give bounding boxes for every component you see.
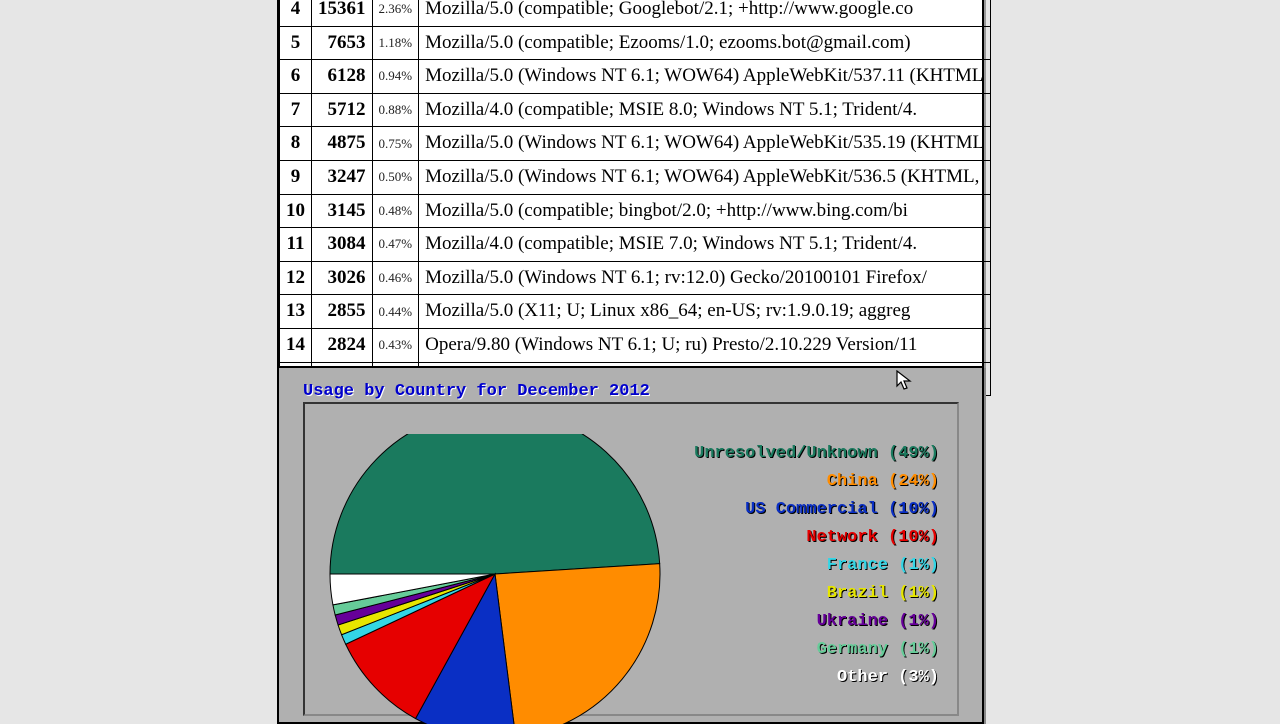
hits-cell: 5712 <box>312 93 373 127</box>
ua-cell: Mozilla/5.0 (compatible; bingbot/2.0; +h… <box>419 194 991 228</box>
legend-item: Unresolved/Unknown (49%) <box>694 440 939 468</box>
pct-cell: 0.94% <box>372 60 419 94</box>
pie-slice <box>495 564 660 724</box>
hits-cell: 4875 <box>312 127 373 161</box>
hits-cell: 3084 <box>312 228 373 262</box>
legend-item: Other (3%) <box>694 664 939 692</box>
ua-cell: Mozilla/5.0 (Windows NT 6.1; WOW64) Appl… <box>419 127 991 161</box>
hits-cell: 7653 <box>312 26 373 60</box>
hits-cell: 15361 <box>312 0 373 26</box>
rank-cell: 13 <box>280 295 312 329</box>
table-row: 932470.50%Mozilla/5.0 (Windows NT 6.1; W… <box>280 160 991 194</box>
rank-cell: 7 <box>280 93 312 127</box>
ua-cell: Mozilla/5.0 (X11; U; Linux x86_64; en-US… <box>419 295 991 329</box>
chart-title: Usage by Country for December 2012 <box>303 382 650 401</box>
table-row: 848750.75%Mozilla/5.0 (Windows NT 6.1; W… <box>280 127 991 161</box>
legend-item: Ukraine (1%) <box>694 608 939 636</box>
hits-cell: 6128 <box>312 60 373 94</box>
table-row: 576531.18%Mozilla/5.0 (compatible; Ezoom… <box>280 26 991 60</box>
pct-cell: 0.47% <box>372 228 419 262</box>
legend-item: Brazil (1%) <box>694 580 939 608</box>
legend-item: US Commercial (10%) <box>694 496 939 524</box>
pie-chart <box>327 434 667 724</box>
ua-cell: Mozilla/4.0 (compatible; MSIE 8.0; Windo… <box>419 93 991 127</box>
rank-cell: 8 <box>280 127 312 161</box>
hits-cell: 3026 <box>312 261 373 295</box>
pct-cell: 0.50% <box>372 160 419 194</box>
pct-cell: 0.43% <box>372 328 419 362</box>
table-row: 661280.94%Mozilla/5.0 (Windows NT 6.1; W… <box>280 60 991 94</box>
pct-cell: 1.18% <box>372 26 419 60</box>
pct-cell: 0.44% <box>372 295 419 329</box>
table-row: 4153612.36%Mozilla/5.0 (compatible; Goog… <box>280 0 991 26</box>
ua-cell: Mozilla/5.0 (Windows NT 6.1; WOW64) Appl… <box>419 60 991 94</box>
ua-cell: Mozilla/5.0 (compatible; Googlebot/2.1; … <box>419 0 991 26</box>
table-row: 1428240.43%Opera/9.80 (Windows NT 6.1; U… <box>280 328 991 362</box>
hits-cell: 2855 <box>312 295 373 329</box>
user-agent-table: 4153612.36%Mozilla/5.0 (compatible; Goog… <box>279 0 991 396</box>
rank-cell: 11 <box>280 228 312 262</box>
rank-cell: 4 <box>280 0 312 26</box>
ua-cell: Mozilla/4.0 (compatible; MSIE 7.0; Windo… <box>419 228 991 262</box>
legend-item: Germany (1%) <box>694 636 939 664</box>
pct-cell: 0.46% <box>372 261 419 295</box>
pct-cell: 0.48% <box>372 194 419 228</box>
table-row: 1230260.46%Mozilla/5.0 (Windows NT 6.1; … <box>280 261 991 295</box>
ua-cell: Mozilla/5.0 (Windows NT 6.1; rv:12.0) Ge… <box>419 261 991 295</box>
rank-cell: 9 <box>280 160 312 194</box>
rank-cell: 14 <box>280 328 312 362</box>
country-chart-panel: Usage by Country for December 2012 Unres… <box>277 366 984 724</box>
rank-cell: 6 <box>280 60 312 94</box>
table-row: 1031450.48%Mozilla/5.0 (compatible; bing… <box>280 194 991 228</box>
hits-cell: 3145 <box>312 194 373 228</box>
chart-legend: Unresolved/Unknown (49%)China (24%)US Co… <box>694 440 939 692</box>
pct-cell: 2.36% <box>372 0 419 26</box>
ua-cell: Mozilla/5.0 (Windows NT 6.1; WOW64) Appl… <box>419 160 991 194</box>
table-row: 757120.88%Mozilla/4.0 (compatible; MSIE … <box>280 93 991 127</box>
legend-item: Network (10%) <box>694 524 939 552</box>
legend-item: China (24%) <box>694 468 939 496</box>
pct-cell: 0.88% <box>372 93 419 127</box>
table-row: 1328550.44%Mozilla/5.0 (X11; U; Linux x8… <box>280 295 991 329</box>
pie-slice <box>330 434 660 574</box>
ua-cell: Opera/9.80 (Windows NT 6.1; U; ru) Prest… <box>419 328 991 362</box>
legend-item: France (1%) <box>694 552 939 580</box>
hits-cell: 2824 <box>312 328 373 362</box>
ua-cell: Mozilla/5.0 (compatible; Ezooms/1.0; ezo… <box>419 26 991 60</box>
chart-inner: Unresolved/Unknown (49%)China (24%)US Co… <box>303 402 959 716</box>
user-agent-table-panel: 4153612.36%Mozilla/5.0 (compatible; Goog… <box>277 0 984 398</box>
rank-cell: 12 <box>280 261 312 295</box>
rank-cell: 5 <box>280 26 312 60</box>
hits-cell: 3247 <box>312 160 373 194</box>
pct-cell: 0.75% <box>372 127 419 161</box>
rank-cell: 10 <box>280 194 312 228</box>
table-row: 1130840.47%Mozilla/4.0 (compatible; MSIE… <box>280 228 991 262</box>
